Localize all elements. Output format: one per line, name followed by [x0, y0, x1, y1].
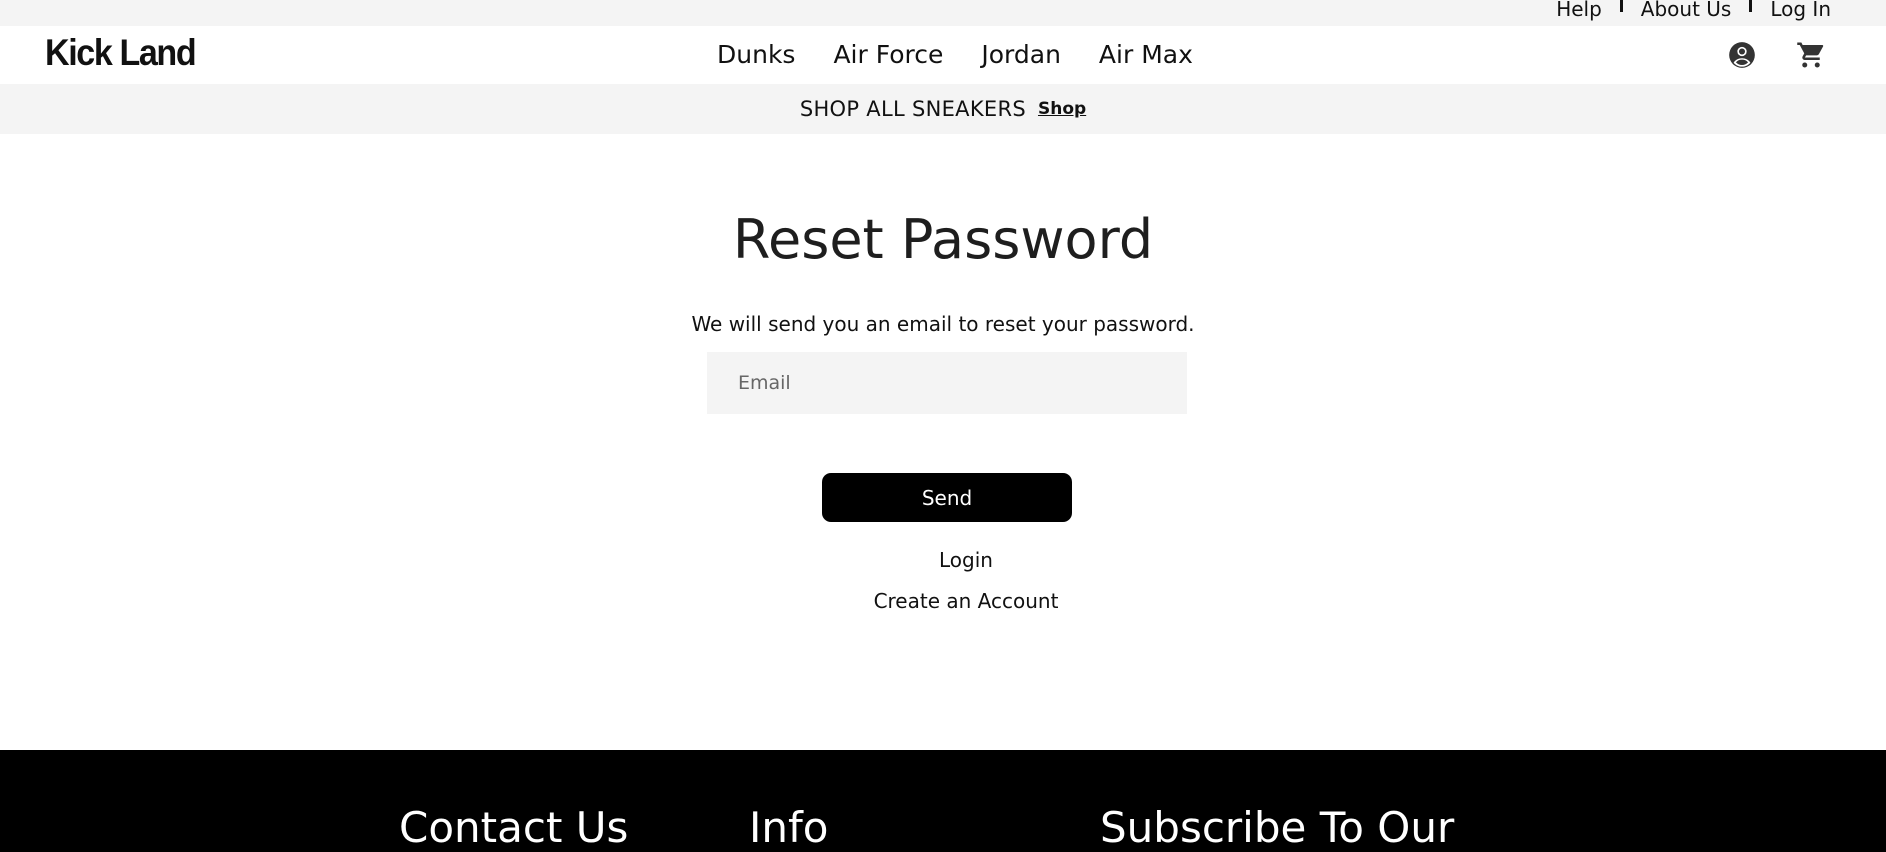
contact-us-heading: Contact Us — [399, 803, 629, 852]
nav-jordan[interactable]: Jordan — [981, 40, 1061, 69]
site-header: Kick Land Dunks Air Force Jordan Air Max — [0, 26, 1886, 84]
about-us-link[interactable]: About Us — [1641, 0, 1732, 21]
nav-air-max[interactable]: Air Max — [1099, 40, 1193, 69]
utility-bar: Help About Us Log In — [0, 0, 1886, 26]
page-title: Reset Password — [732, 208, 1154, 271]
site-logo[interactable]: Kick Land — [45, 32, 197, 74]
shopping-cart-icon[interactable] — [1796, 40, 1826, 70]
subscribe-heading: Subscribe To Our — [1100, 803, 1455, 852]
info-heading: Info — [749, 803, 829, 852]
instructions-text: We will send you an email to reset your … — [691, 312, 1195, 336]
help-link[interactable]: Help — [1556, 0, 1602, 21]
utility-nav: Help About Us Log In — [1556, 0, 1831, 22]
divider — [1749, 0, 1753, 12]
nav-air-force[interactable]: Air Force — [833, 40, 943, 69]
promo-text: SHOP ALL SNEAKERS — [799, 97, 1026, 121]
send-button[interactable]: Send — [822, 473, 1072, 522]
email-field[interactable] — [707, 352, 1187, 414]
header-icons — [1728, 40, 1826, 70]
main-nav: Dunks Air Force Jordan Air Max — [717, 40, 1193, 69]
nav-dunks[interactable]: Dunks — [717, 40, 795, 69]
create-account-link[interactable]: Create an Account — [0, 589, 1886, 613]
site-footer: Contact Us Info Subscribe To Our — [0, 750, 1886, 852]
shop-link[interactable]: Shop — [1038, 99, 1086, 119]
login-link[interactable]: Login — [0, 548, 1886, 572]
log-in-link[interactable]: Log In — [1770, 0, 1831, 21]
account-circle-icon[interactable] — [1728, 41, 1756, 69]
reset-password-section: Reset Password We will send you an email… — [0, 134, 1886, 750]
promo-bar: SHOP ALL SNEAKERS Shop — [0, 84, 1886, 134]
divider — [1619, 0, 1623, 12]
